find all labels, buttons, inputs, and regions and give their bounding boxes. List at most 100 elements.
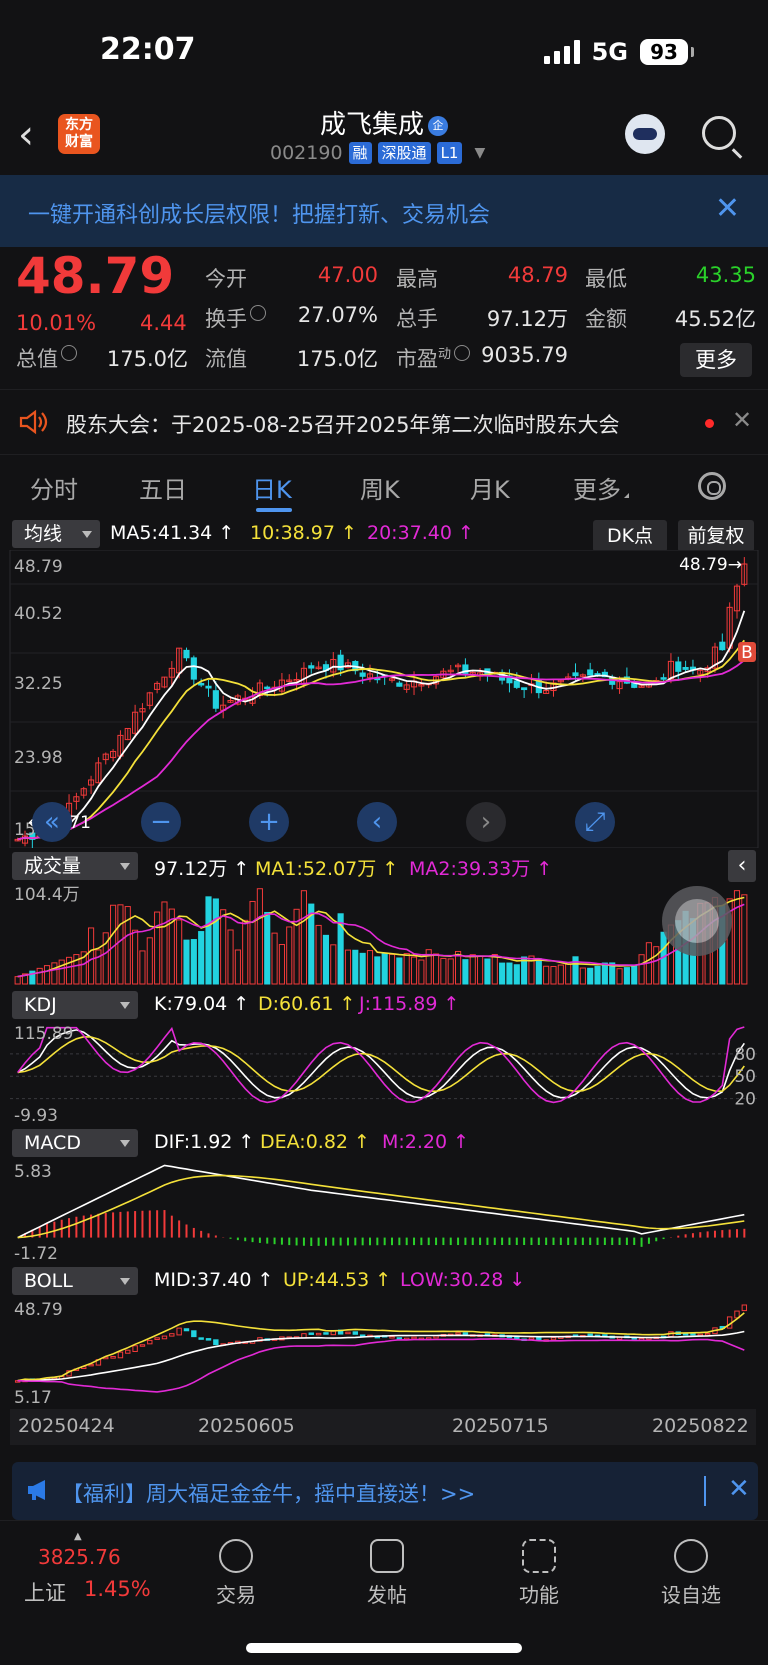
volume-bar bbox=[359, 952, 366, 985]
volume-bar bbox=[601, 962, 608, 985]
volume-bar bbox=[572, 956, 579, 985]
tab-more[interactable]: 更多 bbox=[573, 470, 629, 505]
date-label: 20250424 bbox=[18, 1415, 115, 1437]
label-float-cap: 流值 bbox=[205, 347, 247, 371]
y-axis-label: 48.79 bbox=[14, 1300, 63, 1320]
tab-monthly-k[interactable]: 月K bbox=[470, 470, 510, 505]
notice-bar[interactable]: 股东大会：于2025-08-25召开2025年第二次临时股东大会 ✕ bbox=[0, 389, 768, 455]
tab-five-day[interactable]: 五日 bbox=[139, 470, 187, 505]
y-axis-label: 104.4万 bbox=[14, 885, 80, 905]
tab-daily-k[interactable]: 日K bbox=[252, 470, 292, 505]
boll-candle bbox=[352, 1331, 359, 1335]
macd-selector[interactable]: MACD bbox=[12, 1129, 138, 1157]
ma10-value: 10:38.97 ↑ bbox=[250, 522, 357, 544]
date-label: 20250715 bbox=[452, 1415, 549, 1437]
kdj-chart[interactable]: 115.89 -9.93 8050 20 bbox=[0, 1021, 768, 1125]
volume-bar bbox=[462, 959, 469, 985]
y-axis-label: 5.83 bbox=[14, 1162, 52, 1182]
volume-bar bbox=[484, 958, 491, 985]
nav-trade[interactable]: 交易 bbox=[176, 1539, 296, 1608]
active-tab-indicator bbox=[256, 508, 292, 512]
status-time: 22:07 bbox=[100, 32, 196, 67]
volume-ma1: MA1:52.07万 ↑ bbox=[255, 858, 399, 880]
floating-assistant-ball[interactable] bbox=[662, 886, 732, 956]
candle-body bbox=[212, 690, 219, 709]
info-icon[interactable] bbox=[250, 305, 266, 321]
tab-weekly-k[interactable]: 周K bbox=[360, 470, 400, 505]
more-button[interactable]: 更多 bbox=[680, 343, 752, 377]
adjust-mode-button[interactable]: 前复权 bbox=[678, 520, 754, 552]
gear-icon[interactable] bbox=[698, 472, 726, 500]
search-icon[interactable] bbox=[702, 116, 736, 150]
y-axis-label: 32.25 bbox=[14, 674, 63, 694]
promo-banner[interactable]: 一键开通科创成长层权限！把握打新、交易机会 ✕ bbox=[0, 175, 768, 247]
close-icon[interactable]: ✕ bbox=[728, 1474, 750, 1504]
period-tabs: 分时 五日 日K 周K 月K 更多 bbox=[0, 458, 768, 514]
label-open: 今开 bbox=[205, 267, 247, 291]
candle-body bbox=[660, 677, 667, 680]
status-right: 5G 93 bbox=[543, 38, 694, 66]
assistant-robot-icon[interactable] bbox=[625, 114, 665, 154]
info-icon[interactable] bbox=[454, 345, 471, 361]
ad-banner[interactable]: 【福利】周大福足金金牛，摇中直接送！>> ✕ bbox=[12, 1462, 758, 1520]
scroll-left-button[interactable]: ‹ bbox=[357, 802, 397, 842]
value-low: 43.35 bbox=[695, 263, 756, 287]
volume-bar bbox=[535, 958, 542, 985]
volume-bar bbox=[594, 965, 601, 985]
boll-chart[interactable]: 48.79 5.17 bbox=[0, 1297, 768, 1409]
speaker-icon bbox=[19, 409, 48, 435]
nav-post[interactable]: 发帖 bbox=[327, 1539, 447, 1608]
macd-chart[interactable]: 5.83 -1.72 bbox=[0, 1159, 768, 1263]
zoom-in-button[interactable]: + bbox=[249, 802, 289, 842]
volume-bar bbox=[198, 931, 205, 985]
battery-icon: 93 bbox=[640, 39, 694, 65]
fullscreen-icon[interactable]: ⤢ bbox=[575, 802, 615, 842]
grid-icon bbox=[522, 1539, 556, 1573]
macd-frame bbox=[10, 1159, 758, 1263]
kdj-level-label: 20 bbox=[734, 1090, 756, 1110]
date-label: 20250605 bbox=[198, 1415, 295, 1437]
volume-bar bbox=[506, 962, 513, 985]
stock-code: 002190 bbox=[270, 142, 343, 164]
nav-functions[interactable]: 功能 bbox=[479, 1539, 599, 1608]
boll-candle bbox=[191, 1330, 197, 1338]
ad-text: 【福利】周大福足金金牛，摇中直接送！>> bbox=[62, 1482, 476, 1506]
volume-legend: 成交量 97.12万 ↑ MA1:52.07万 ↑ MA2:39.33万 ↑ bbox=[0, 852, 768, 882]
candle-body bbox=[308, 665, 315, 669]
boll-low-value: LOW:30.28 ↓ bbox=[400, 1269, 526, 1291]
y-axis-label: -9.93 bbox=[14, 1106, 58, 1125]
value-turnover: 27.07% bbox=[297, 303, 378, 327]
volume-selector[interactable]: 成交量 bbox=[12, 852, 138, 880]
candle-body bbox=[572, 672, 579, 677]
candle-body bbox=[264, 686, 271, 690]
dropdown-corner-icon bbox=[624, 493, 629, 498]
status-bar: 22:07 5G 93 bbox=[0, 0, 768, 100]
boll-selector[interactable]: BOLL bbox=[12, 1267, 138, 1295]
volume-value: 97.12万 ↑ bbox=[154, 858, 250, 880]
nav-add-watchlist[interactable]: 设自选 bbox=[631, 1539, 751, 1608]
zoom-out-button[interactable]: − bbox=[141, 802, 181, 842]
change-percent: 10.01% bbox=[16, 311, 97, 335]
close-icon[interactable]: ✕ bbox=[732, 406, 752, 434]
tab-intraday[interactable]: 分时 bbox=[30, 470, 78, 505]
collapse-panel-icon[interactable]: ‹ bbox=[728, 850, 756, 882]
index-ticker[interactable]: ▲ 3825.76 上证 1.45% bbox=[0, 1521, 151, 1621]
close-icon[interactable]: ✕ bbox=[715, 191, 740, 226]
volume-chart[interactable]: 104.4万 bbox=[0, 882, 768, 986]
expand-left-icon[interactable]: « bbox=[32, 802, 72, 842]
kdj-selector[interactable]: KDJ bbox=[12, 991, 138, 1019]
network-type: 5G bbox=[591, 38, 628, 66]
boll-candle bbox=[308, 1332, 314, 1335]
ma5-value: MA5:41.34 ↑ bbox=[110, 522, 235, 544]
info-icon[interactable] bbox=[61, 345, 77, 361]
macd-dea-value: DEA:0.82 ↑ bbox=[260, 1131, 370, 1153]
ma-selector[interactable]: 均线 bbox=[12, 520, 100, 548]
label-high: 最高 bbox=[396, 267, 438, 291]
change-amount: 4.44 bbox=[140, 311, 187, 335]
dk-point-button[interactable]: DK点 bbox=[593, 520, 667, 552]
y-axis-label: 48.79 bbox=[14, 557, 63, 577]
scroll-right-button[interactable]: › bbox=[466, 802, 506, 842]
boll-legend: BOLL MID:37.40 ↑ UP:44.53 ↑ LOW:30.28 ↓ bbox=[0, 1267, 768, 1297]
notice-text: 股东大会：于2025-08-25召开2025年第二次临时股东大会 bbox=[66, 413, 620, 437]
chevron-down-icon[interactable]: ▼ bbox=[474, 145, 485, 161]
